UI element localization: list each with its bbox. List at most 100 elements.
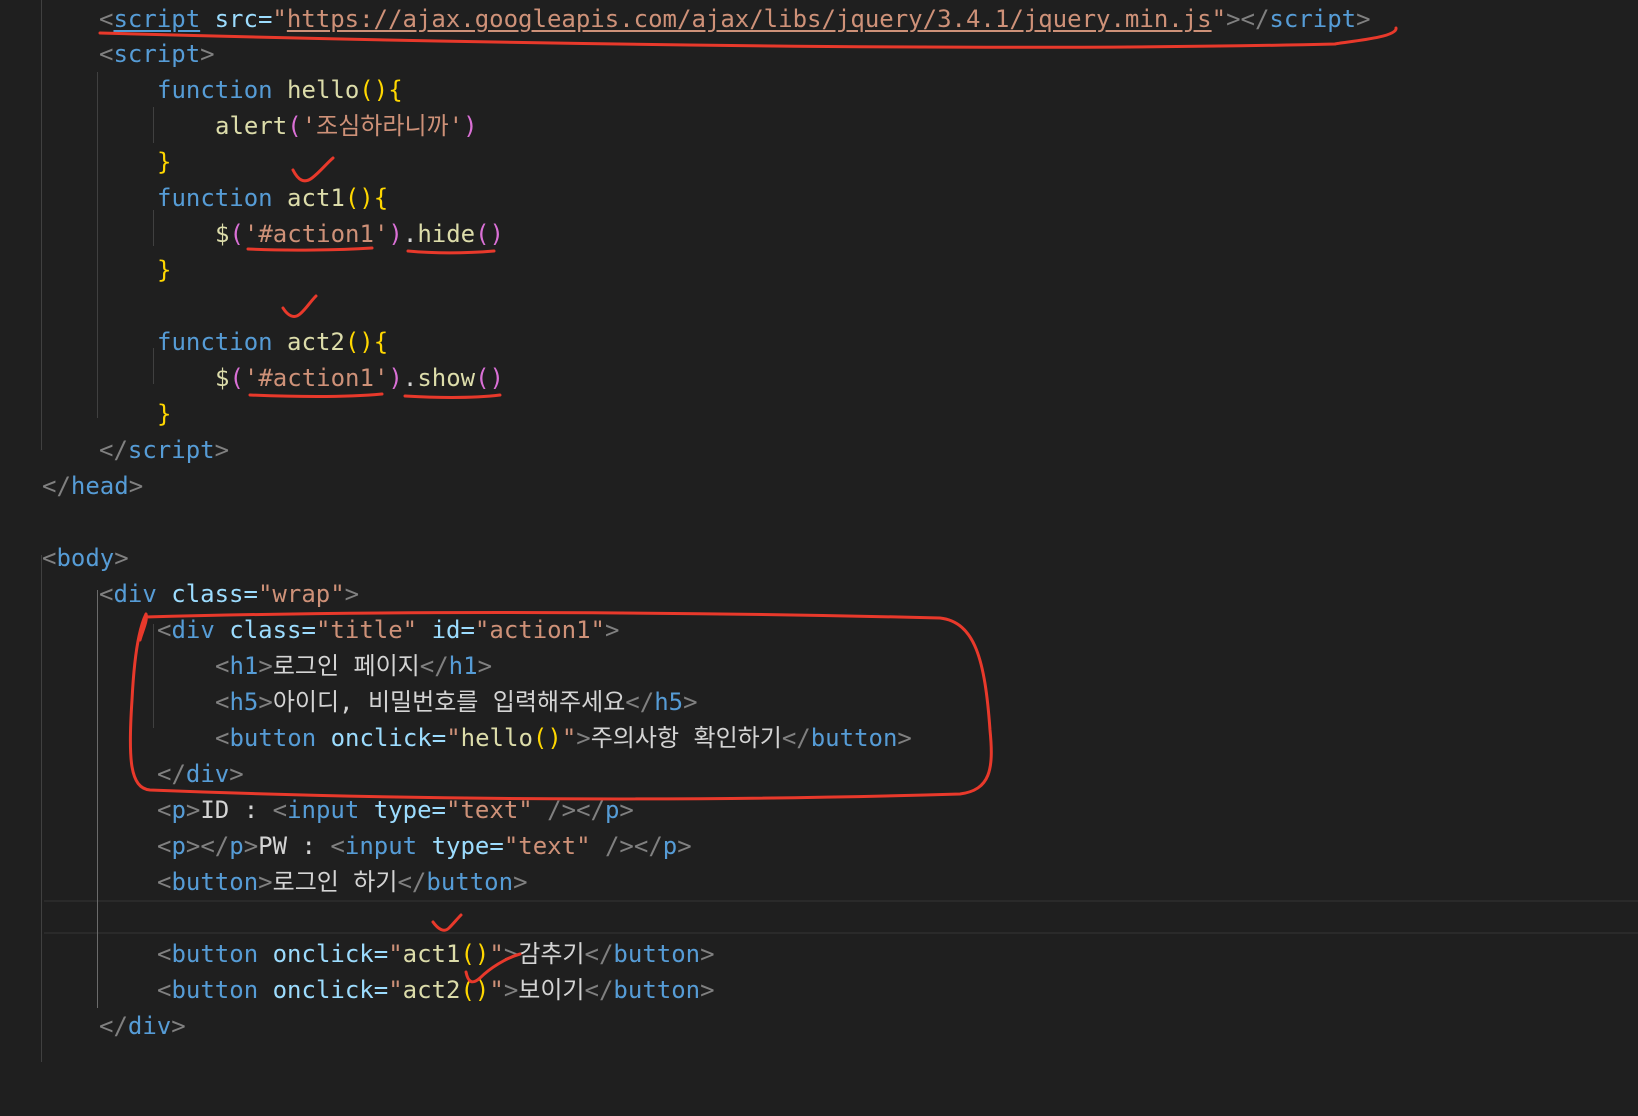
tag-name: input bbox=[344, 832, 418, 860]
code-line[interactable]: <button onclick="act1()">감추기</button> bbox=[0, 936, 715, 972]
tag-bracket: > bbox=[185, 796, 201, 824]
text-content: ID : bbox=[200, 796, 273, 824]
function-call: act1 bbox=[402, 940, 461, 968]
bracket: { bbox=[373, 184, 389, 212]
bracket: () bbox=[532, 724, 562, 752]
tag-bracket: > bbox=[114, 544, 129, 572]
string-quote: " bbox=[1211, 5, 1227, 33]
code-line[interactable]: <button onclick="act2()">보이기</button> bbox=[0, 972, 715, 1008]
tag-bracket: </ bbox=[99, 1012, 128, 1040]
function-name: hello bbox=[287, 76, 360, 104]
script-url-link[interactable]: https://ajax.googleapis.com/ajax/libs/jq… bbox=[287, 5, 1212, 33]
keyword: function bbox=[157, 328, 273, 356]
text-content: 감추기 bbox=[518, 940, 585, 968]
bracket: } bbox=[157, 148, 172, 176]
tag-bracket: > bbox=[576, 724, 591, 752]
code-line[interactable]: <button>로그인 하기</button> bbox=[0, 864, 528, 900]
jquery-dollar: $ bbox=[215, 364, 230, 392]
code-line[interactable]: } bbox=[0, 396, 171, 432]
code-line[interactable]: </head> bbox=[0, 468, 143, 504]
tag-name: body bbox=[56, 544, 115, 572]
tag-name: div bbox=[113, 580, 157, 608]
tag-bracket: < bbox=[42, 544, 57, 572]
code-line[interactable]: function act2(){ bbox=[0, 324, 388, 360]
tag-name: p bbox=[171, 832, 186, 860]
method-name: show bbox=[417, 364, 476, 392]
code-line[interactable]: <h5>아이디, 비밀번호를 입력해주세요</h5> bbox=[0, 684, 698, 720]
code-line[interactable]: } bbox=[0, 252, 171, 288]
string-quote: " bbox=[489, 976, 504, 1004]
attribute: id= bbox=[417, 616, 475, 644]
code-line[interactable]: <h1>로그인 페이지</h1> bbox=[0, 648, 492, 684]
tag-bracket: < bbox=[99, 40, 114, 68]
bracket: () bbox=[475, 220, 505, 248]
bracket: } bbox=[157, 256, 172, 284]
code-line[interactable]: function act1(){ bbox=[0, 180, 388, 216]
bracket: () bbox=[460, 940, 490, 968]
selector-string: '#action1' bbox=[243, 364, 389, 392]
tag-bracket: </ bbox=[625, 688, 655, 716]
tag-bracket: < bbox=[215, 652, 230, 680]
checkmark-annotation bbox=[291, 156, 335, 183]
attribute-value: "text" bbox=[503, 832, 591, 860]
indent-guide bbox=[153, 348, 154, 384]
tag-bracket: < bbox=[157, 976, 172, 1004]
code-line[interactable]: </script> bbox=[0, 432, 229, 468]
attribute-value: "wrap" bbox=[257, 580, 345, 608]
code-line[interactable]: <div class="wrap"> bbox=[0, 576, 359, 612]
tag-name: h1 bbox=[448, 652, 478, 680]
code-line[interactable]: <button onclick="hello()">주의사항 확인하기</but… bbox=[0, 720, 912, 756]
string-quote: " bbox=[446, 724, 461, 752]
tag-bracket: ></ bbox=[1226, 5, 1270, 33]
text-content: 보이기 bbox=[518, 976, 585, 1004]
tag-name: p bbox=[662, 832, 678, 860]
tag-bracket: > bbox=[513, 868, 528, 896]
code-line[interactable]: </div> bbox=[0, 1008, 186, 1044]
tag-bracket: > bbox=[200, 40, 215, 68]
code-line[interactable]: alert('조심하라니까') bbox=[0, 108, 478, 144]
tag-name: h5 bbox=[654, 688, 684, 716]
code-line[interactable]: $('#action1').show() bbox=[0, 360, 504, 396]
tag-bracket: < bbox=[272, 796, 288, 824]
tag-name: button bbox=[171, 940, 259, 968]
string-quote: " bbox=[388, 940, 403, 968]
code-line[interactable]: <script src="https://ajax.googleapis.com… bbox=[0, 1, 1371, 37]
tag-bracket: > bbox=[503, 976, 519, 1004]
attribute: src= bbox=[200, 5, 273, 33]
code-line[interactable]: <div class="title" id="action1"> bbox=[0, 612, 619, 648]
attribute: type= bbox=[417, 832, 504, 860]
code-line[interactable]: $('#action1').hide() bbox=[0, 216, 504, 252]
bracket: () bbox=[344, 328, 374, 356]
bracket: ( bbox=[229, 364, 244, 392]
tag-bracket: > bbox=[477, 652, 493, 680]
tag-bracket: > bbox=[128, 472, 144, 500]
tag-bracket: ></ bbox=[185, 832, 230, 860]
code-line[interactable]: } bbox=[0, 144, 171, 180]
tag-bracket: > bbox=[700, 940, 715, 968]
code-line[interactable]: <p></p>PW : <input type="text" /></p> bbox=[0, 828, 692, 864]
tag-bracket: </ bbox=[99, 436, 128, 464]
attribute-value: "title" bbox=[315, 616, 418, 644]
code-line[interactable]: </div> bbox=[0, 756, 244, 792]
tag-name: p bbox=[604, 796, 620, 824]
tag-name: h1 bbox=[229, 652, 259, 680]
code-line[interactable]: <p>ID : <input type="text" /></p> bbox=[0, 792, 634, 828]
code-editor[interactable]: <script src="https://ajax.googleapis.com… bbox=[0, 0, 1638, 1062]
checkmark-annotation bbox=[281, 294, 318, 318]
code-line[interactable]: <body> bbox=[0, 540, 129, 576]
function-call: act2 bbox=[402, 976, 461, 1004]
tag-bracket: /></ bbox=[590, 832, 663, 860]
code-line[interactable]: <script> bbox=[0, 36, 215, 72]
text-content: 로그인 페이지 bbox=[272, 652, 420, 680]
bracket: () bbox=[359, 76, 389, 104]
bracket: { bbox=[373, 328, 389, 356]
string-quote: " bbox=[489, 940, 504, 968]
tag-bracket: > bbox=[258, 688, 273, 716]
tag-name: div bbox=[127, 1012, 172, 1040]
tag-bracket: > bbox=[677, 832, 692, 860]
bracket: ) bbox=[463, 112, 478, 140]
code-line[interactable]: function hello(){ bbox=[0, 72, 403, 108]
tag-name: div bbox=[185, 760, 230, 788]
